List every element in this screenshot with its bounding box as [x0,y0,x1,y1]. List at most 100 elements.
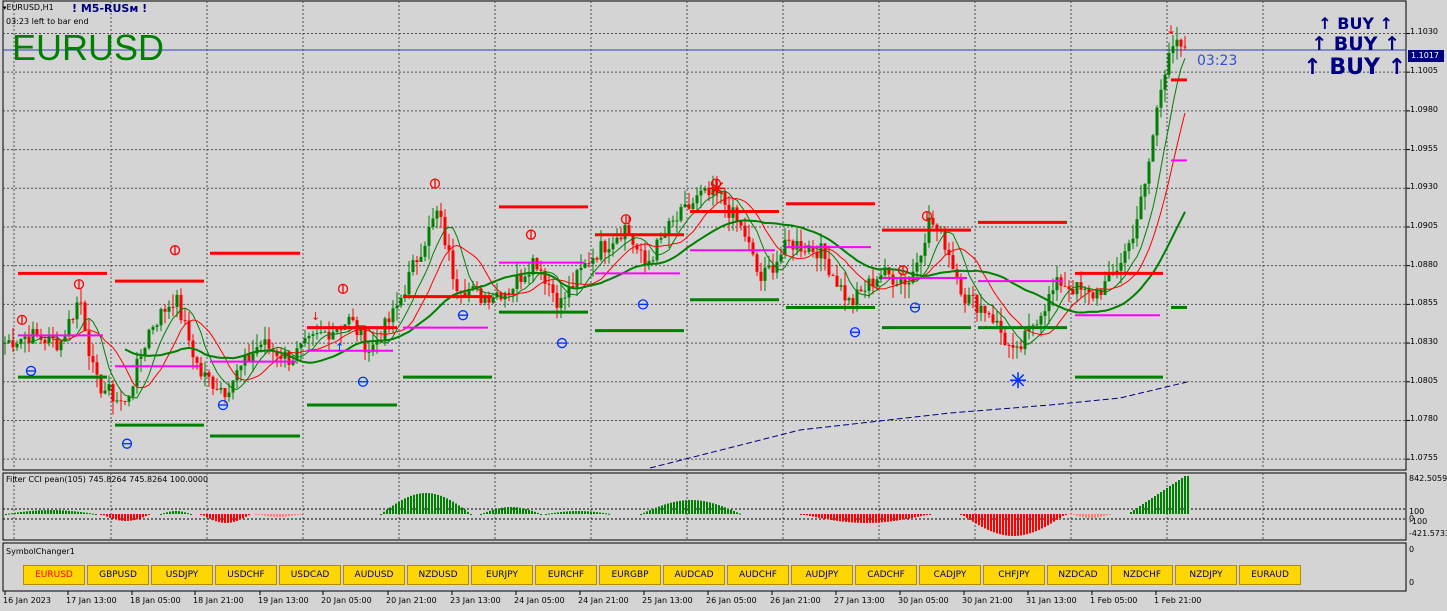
symbol-button-euraud[interactable]: EURAUD [1239,565,1301,585]
indicator-bar [966,514,968,518]
indicator-bar [1026,514,1028,535]
symbol-button-audusd[interactable]: AUDUSD [343,565,405,585]
bottom-star-icon [1017,374,1025,381]
symbol-button-nzdcad[interactable]: NZDCAD [1047,565,1109,585]
time-tick-label: 1 Feb 21:00 [1154,596,1202,605]
indicator-bar [1014,514,1016,536]
indicator-bar [437,494,439,514]
candle-body [1123,251,1127,263]
indicator-bar [1032,514,1034,533]
symbol-button-eurchf[interactable]: EURCHF [535,565,597,585]
symbol-button-audjpy[interactable]: AUDJPY [791,565,853,585]
candle-body [923,242,927,256]
indicator-bar [425,493,427,514]
indicator-bar [130,514,132,521]
symbol-button-nzdchf[interactable]: NZDCHF [1111,565,1173,585]
indicator-bar [655,507,657,514]
candle-body [1183,46,1187,48]
time-tick-label: 18 Jan 21:00 [193,596,244,605]
top-star-icon [716,182,724,189]
symbol-button-cadjpy[interactable]: CADJPY [919,565,981,585]
indicator-bar [590,511,592,514]
candle-body [3,342,7,344]
candle-body [771,265,775,273]
mt4-chart-window: ↓ ↓ ↑ ▾EURUSD,H1 ! M5-RUSм ! 03:23 left to… [0,0,1447,611]
symbol-button-usdjpy[interactable]: USDJPY [151,565,213,585]
indicator-bar [184,512,186,514]
candle-body [787,239,791,241]
symbol-button-audchf[interactable]: AUDCHF [727,565,789,585]
candle-body [623,225,627,240]
indicator-bar [160,514,162,515]
symbol-button-eurjpy[interactable]: EURJPY [471,565,533,585]
symbol-changer-scale-top: 0 [1409,545,1415,554]
symbol-button-gbpusd[interactable]: GBPUSD [87,565,149,585]
symbol-button-usdcad[interactable]: USDCAD [279,565,341,585]
indicator-bar [224,514,226,523]
candle-body [159,308,163,326]
candle-body [1151,135,1155,162]
symbol-button-cadchf[interactable]: CADCHF [855,565,917,585]
candle-body [367,351,371,353]
indicator-bar [434,494,436,514]
candle-body [183,320,187,322]
symbol-button-chfjpy[interactable]: CHFJPY [983,565,1045,585]
indicator-bar [851,514,853,523]
candle-body [931,217,935,225]
indicator-bar [133,514,135,521]
indicator-bar [718,505,720,514]
indicator-bar [166,512,168,514]
candle-body [831,275,835,277]
indicator-bar [124,514,126,521]
candle-body [1011,345,1015,348]
candle-body [1127,243,1131,252]
indicator-bar [458,505,460,514]
symbol-button-eurusd[interactable]: EURUSD [23,565,85,585]
time-tick-label: 26 Jan 05:00 [706,596,757,605]
candle-body [551,284,555,293]
candle-body [207,372,211,377]
indicator-bar [602,512,604,514]
symbol-button-nzdjpy[interactable]: NZDJPY [1175,565,1237,585]
candle-body [187,320,191,341]
price-tick-label: 1.0830 [1410,337,1438,347]
indicator-bar [563,511,565,514]
indicator-bar [401,499,403,514]
indicator-bar [667,503,669,514]
symbol-button-audcad[interactable]: AUDCAD [663,565,725,585]
indicator-bar [1100,514,1102,517]
candle-body [703,188,707,191]
price-tick-label: 1.0855 [1410,298,1438,308]
candle-body [15,343,19,348]
indicator-bar [528,509,530,514]
indicator-bar [380,514,382,515]
symbol-button-usdchf[interactable]: USDCHF [215,565,277,585]
candle-body [1135,219,1139,239]
indicator-bar [190,514,192,515]
indicator-bar [467,511,469,514]
candle-body [211,376,215,389]
candle-body [91,356,95,363]
indicator-bar [999,514,1001,535]
indicator-bar [1017,514,1019,536]
symbol-button-eurgbp[interactable]: EURGBP [599,565,661,585]
symbol-button-nzdusd[interactable]: NZDUSD [407,565,469,585]
indicator-bar [540,514,542,515]
indicator-bar [643,512,645,514]
candle-body [867,278,871,291]
indicator-bar [291,514,293,516]
indicator-bar [679,500,681,514]
indicator-bar [1178,480,1180,514]
indicator-bar [142,514,144,518]
candle-body [535,258,539,270]
candle-body [27,336,31,344]
indicator-bar [236,514,238,521]
indicator-bar [715,504,717,514]
indicator-bar [1103,514,1105,517]
candle-body [319,332,323,334]
candle-body [547,283,551,285]
candle-body [687,204,691,209]
indicator-bar [649,510,651,514]
indicator-bar [504,507,506,514]
chart-label: EURUSD,H1 [6,3,54,12]
